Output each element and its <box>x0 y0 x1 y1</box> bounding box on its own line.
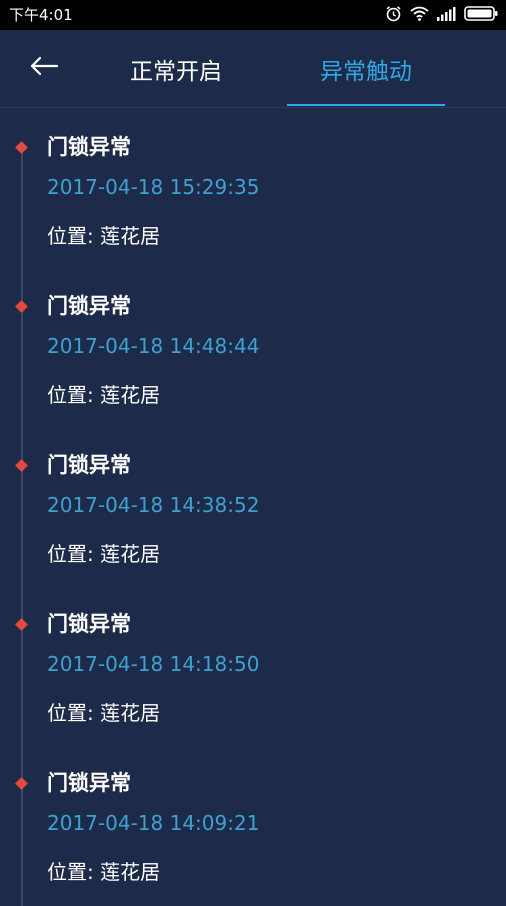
entry-location: 位置: 莲花居 <box>47 701 161 725</box>
status-bar: 下午4:01 <box>0 0 506 30</box>
list-item[interactable]: 门锁异常 2017-04-18 15:29:35 位置: 莲花居 <box>0 108 506 267</box>
timeline-dot-icon <box>15 300 28 313</box>
header: 正常开启 异常触动 <box>0 30 506 108</box>
timeline-dot-icon <box>15 141 28 154</box>
tab-normal-open[interactable]: 正常开启 <box>96 30 256 107</box>
signal-icon <box>437 6 456 25</box>
active-tab-indicator <box>287 104 445 106</box>
battery-icon <box>464 5 498 25</box>
timeline-list[interactable]: 门锁异常 2017-04-18 15:29:35 位置: 莲花居 门锁异常 20… <box>0 108 506 906</box>
tab-abnormal-trigger[interactable]: 异常触动 <box>287 30 445 107</box>
entry-title: 门锁异常 <box>47 294 131 318</box>
entry-title: 门锁异常 <box>47 453 131 477</box>
timeline-dot-icon <box>15 459 28 472</box>
back-arrow-icon <box>29 56 59 80</box>
entry-location: 位置: 莲花居 <box>47 542 161 566</box>
list-item[interactable]: 门锁异常 2017-04-18 14:09:21 位置: 莲花居 <box>0 744 506 903</box>
entry-title: 门锁异常 <box>47 612 131 636</box>
entry-time: 2017-04-18 14:48:44 <box>47 334 260 358</box>
entry-location: 位置: 莲花居 <box>47 383 161 407</box>
entry-title: 门锁异常 <box>47 135 131 159</box>
timeline-dot-icon <box>15 777 28 790</box>
alarm-icon <box>385 5 402 26</box>
list-item[interactable]: 门锁异常 2017-04-18 14:38:52 位置: 莲花居 <box>0 426 506 585</box>
wifi-icon <box>410 6 429 25</box>
timeline-dot-icon <box>15 618 28 631</box>
entry-time: 2017-04-18 15:29:35 <box>47 175 260 199</box>
list-item[interactable]: 门锁异常 2017-04-18 14:48:44 位置: 莲花居 <box>0 267 506 426</box>
entry-time: 2017-04-18 14:09:21 <box>47 811 260 835</box>
list-item[interactable]: 门锁异常 2017-04-18 14:18:50 位置: 莲花居 <box>0 585 506 744</box>
back-button[interactable] <box>22 50 66 86</box>
status-icons <box>385 5 498 25</box>
entry-time: 2017-04-18 14:38:52 <box>47 493 260 517</box>
status-time: 下午4:01 <box>9 6 73 24</box>
entry-title: 门锁异常 <box>47 771 131 795</box>
entry-location: 位置: 莲花居 <box>47 860 161 884</box>
entry-time: 2017-04-18 14:18:50 <box>47 652 260 676</box>
entry-location: 位置: 莲花居 <box>47 224 161 248</box>
